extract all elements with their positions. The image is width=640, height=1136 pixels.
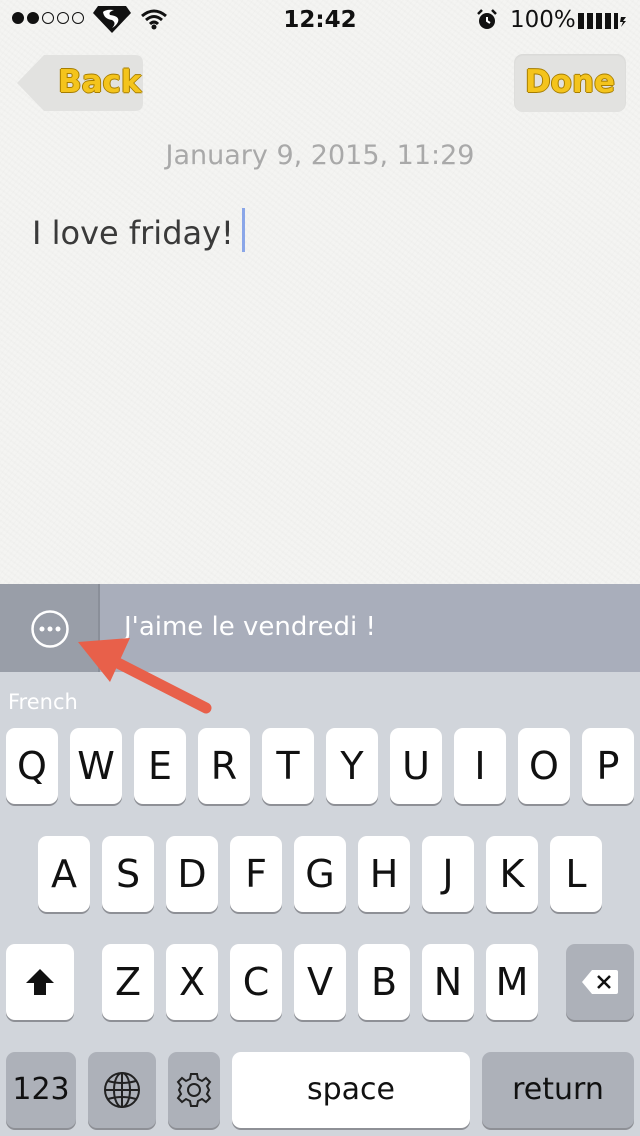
key-y[interactable]: Y: [326, 728, 378, 804]
text-cursor: [241, 208, 245, 252]
battery-icon: [578, 13, 626, 29]
globe-key[interactable]: [88, 1052, 156, 1128]
key-x[interactable]: X: [166, 944, 218, 1020]
note-text-area[interactable]: I love friday!: [32, 208, 612, 252]
key-p[interactable]: P: [582, 728, 634, 804]
gear-icon: [176, 1073, 212, 1107]
translation-suggestion[interactable]: J'aime le vendredi !: [124, 612, 376, 642]
key-o[interactable]: O: [518, 728, 570, 804]
settings-key[interactable]: [168, 1052, 220, 1128]
status-bar: 12:42 100%: [0, 0, 640, 40]
back-button-label: Back: [58, 64, 142, 100]
key-l[interactable]: L: [550, 836, 602, 912]
key-h[interactable]: H: [358, 836, 410, 912]
key-m[interactable]: M: [486, 944, 538, 1020]
delete-key[interactable]: [566, 944, 634, 1020]
keyboard-language-label: French: [8, 690, 78, 714]
key-v[interactable]: V: [294, 944, 346, 1020]
key-c[interactable]: C: [230, 944, 282, 1020]
back-button[interactable]: Back: [16, 54, 144, 112]
note-date: January 9, 2015, 11:29: [165, 140, 475, 171]
battery-percent: 100%: [510, 7, 576, 33]
shift-key[interactable]: [6, 944, 74, 1020]
numbers-key[interactable]: 123: [6, 1052, 76, 1128]
key-r[interactable]: R: [198, 728, 250, 804]
key-z[interactable]: Z: [102, 944, 154, 1020]
key-a[interactable]: A: [38, 836, 90, 912]
key-k[interactable]: K: [486, 836, 538, 912]
note-text: I love friday!: [32, 214, 234, 252]
ellipsis-circle-icon: [31, 610, 69, 648]
globe-icon: [104, 1072, 140, 1108]
alarm-clock-icon: [477, 9, 497, 29]
key-t[interactable]: T: [262, 728, 314, 804]
done-button-label: Done: [524, 64, 616, 100]
key-e[interactable]: E: [134, 728, 186, 804]
key-n[interactable]: N: [422, 944, 474, 1020]
translation-options-button[interactable]: [0, 584, 100, 672]
key-b[interactable]: B: [358, 944, 410, 1020]
key-q[interactable]: Q: [6, 728, 58, 804]
key-j[interactable]: J: [422, 836, 474, 912]
translation-bar: J'aime le vendredi !: [0, 584, 640, 672]
key-s[interactable]: S: [102, 836, 154, 912]
keyboard: French Q W E R T Y U I O P A S D F G H J…: [0, 672, 640, 1136]
backspace-icon: [582, 970, 618, 994]
key-g[interactable]: G: [294, 836, 346, 912]
done-button[interactable]: Done: [514, 54, 626, 112]
return-key[interactable]: return: [482, 1052, 634, 1128]
key-i[interactable]: I: [454, 728, 506, 804]
key-f[interactable]: F: [230, 836, 282, 912]
key-u[interactable]: U: [390, 728, 442, 804]
key-d[interactable]: D: [166, 836, 218, 912]
shift-arrow-icon: [26, 969, 54, 995]
key-w[interactable]: W: [70, 728, 122, 804]
space-key[interactable]: space: [232, 1052, 470, 1128]
